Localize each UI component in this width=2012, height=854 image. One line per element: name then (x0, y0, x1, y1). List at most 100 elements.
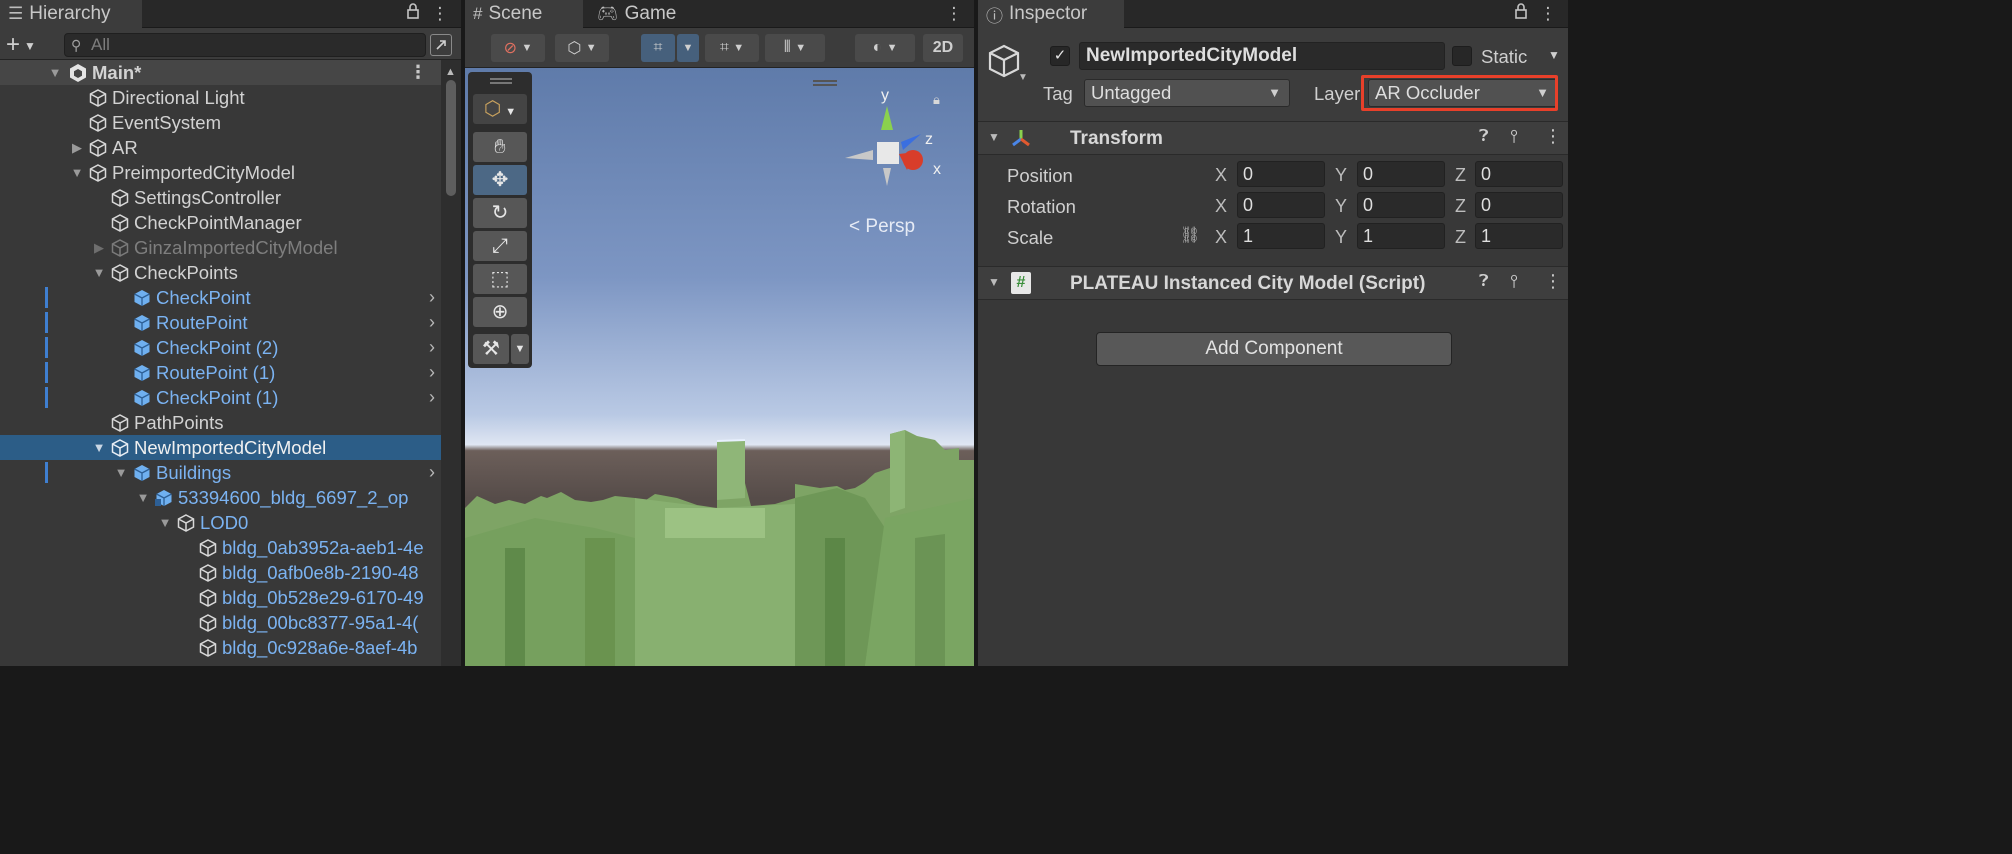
toggle-2d-button[interactable]: 2D (923, 34, 963, 62)
more-options-icon[interactable]: ⋮ (1544, 271, 1562, 292)
tree-item[interactable]: bldg_0afb0e8b-2190-48 (0, 560, 441, 585)
tree-item[interactable]: ▼ LOD0 (0, 510, 441, 535)
tree-item[interactable]: ▼ PreimportedCityModel (0, 160, 441, 185)
render-mode-button[interactable]: ⬡ ▼ (555, 34, 609, 62)
tree-item[interactable]: CheckPointManager (0, 210, 441, 235)
rotate-tool-button[interactable]: ↻ (473, 198, 527, 228)
tree-item-prefab[interactable]: RoutePoint (1) › (0, 360, 441, 385)
tree-item[interactable]: bldg_0b528e29-6170-49 (0, 585, 441, 610)
more-options-icon[interactable]: ⋮ (1537, 2, 1559, 26)
custom-tool-button[interactable]: ⚒ (473, 334, 509, 364)
perspective-toggle[interactable]: < Persp (849, 216, 915, 238)
chevron-right-icon[interactable]: › (429, 462, 435, 483)
tree-item[interactable]: PathPoints (0, 410, 441, 435)
position-y-field[interactable]: 0 (1357, 161, 1445, 187)
help-icon[interactable]: ❓︎ (1479, 128, 1489, 146)
tree-item-model[interactable]: ▼ 53394600_bldg_6697_2_op (0, 485, 441, 510)
script-component-header[interactable]: ▼ # PLATEAU Instanced City Model (Script… (978, 266, 1568, 300)
expand-arrow-icon[interactable]: ▼ (134, 490, 152, 505)
tag-dropdown[interactable]: Untagged ▼ (1084, 79, 1290, 107)
expand-arrow-icon[interactable]: ▼ (112, 465, 130, 480)
position-z-field[interactable]: 0 (1475, 161, 1563, 187)
constrain-proportions-icon[interactable]: ⛓︎ (1180, 225, 1200, 245)
tree-item-prefab[interactable]: CheckPoint › (0, 285, 441, 310)
tree-item[interactable]: ▶ AR (0, 135, 441, 160)
chevron-right-icon[interactable]: › (429, 287, 435, 308)
scene-viewport[interactable]: ⬡ ▼ ✋︎ ✥ ↻ ⤢ ⬚ ⊕ ⚒ ▼ 🔒︎ y x z < Persp (465, 68, 974, 666)
more-options-icon[interactable]: ⋮ (409, 62, 427, 83)
tree-item[interactable]: bldg_00bc8377-95a1-4( (0, 610, 441, 635)
more-options-icon[interactable]: ⋮ (429, 2, 451, 26)
scale-y-field[interactable]: 1 (1357, 223, 1445, 249)
scale-x-field[interactable]: 1 (1237, 223, 1325, 249)
scene-row-main[interactable]: ▼ Main* ⋮ (0, 60, 441, 85)
collapsed-arrow-icon[interactable]: ▶ (68, 140, 86, 156)
lock-icon[interactable] (1510, 2, 1532, 26)
help-icon[interactable]: ❓︎ (1479, 273, 1489, 291)
add-component-button[interactable]: Add Component (1096, 332, 1452, 366)
scroll-up-arrow-icon[interactable]: ▲ (445, 66, 456, 78)
tree-item[interactable]: SettingsController (0, 185, 441, 210)
tab-inspector[interactable]: ⓘ Inspector (978, 0, 1124, 28)
expand-arrow-icon[interactable]: ▼ (68, 165, 86, 180)
drag-handle[interactable] (490, 78, 512, 84)
more-options-icon[interactable]: ⋮ (1544, 126, 1562, 147)
rotation-z-field[interactable]: 0 (1475, 192, 1563, 218)
tree-item-selected[interactable]: ▼ NewImportedCityModel (0, 435, 441, 460)
presets-sliders-icon[interactable]: ⫯ (1510, 271, 1518, 292)
tree-item-prefab[interactable]: CheckPoint (2) › (0, 335, 441, 360)
gizmo-drag-handle[interactable] (813, 80, 837, 86)
rotation-x-field[interactable]: 0 (1237, 192, 1325, 218)
tab-scene[interactable]: # Scene (465, 0, 583, 28)
add-object-button[interactable]: + ▼ (6, 31, 36, 59)
move-tool-button[interactable]: ✥ (473, 165, 527, 195)
tree-item-prefab[interactable]: ▼ Buildings › (0, 460, 441, 485)
custom-tool-dropdown[interactable]: ▼ (511, 334, 529, 364)
chevron-right-icon[interactable]: › (429, 362, 435, 383)
transform-tool-button[interactable]: ⊕ (473, 297, 527, 327)
draw-mode-button[interactable]: ⊘ ▼ (491, 34, 545, 62)
presets-sliders-icon[interactable]: ⫯ (1510, 126, 1518, 147)
static-dropdown-icon[interactable]: ▼ (1548, 48, 1560, 62)
object-name-field[interactable]: NewImportedCityModel (1079, 42, 1445, 70)
static-checkbox[interactable] (1452, 46, 1472, 66)
scrollbar-thumb[interactable] (446, 80, 456, 196)
snap-settings-button[interactable]: ⌗ ▼ (705, 34, 759, 62)
tree-item[interactable]: bldg_0ab3952a-aeb1-4e (0, 535, 441, 560)
scene-search-icon[interactable] (430, 34, 452, 56)
tree-item[interactable]: bldg_0c928a6e-8aef-4b (0, 635, 441, 660)
chevron-right-icon[interactable]: › (429, 312, 435, 333)
rotation-y-field[interactable]: 0 (1357, 192, 1445, 218)
tab-game[interactable]: 🎮︎ Game (589, 0, 699, 28)
collapsed-arrow-icon[interactable]: ▶ (90, 240, 108, 256)
scale-z-field[interactable]: 1 (1475, 223, 1563, 249)
increment-snap-button[interactable]: ⦀ ▼ (765, 34, 825, 62)
rect-tool-button[interactable]: ⬚ (473, 264, 527, 294)
tree-item-prefab[interactable]: RoutePoint › (0, 310, 441, 335)
chevron-down-icon[interactable]: ▼ (1018, 72, 1028, 83)
hierarchy-search-input[interactable]: ⚲ All (64, 33, 426, 57)
cube-dropdown-button[interactable]: ⬡ ▼ (473, 94, 527, 124)
position-x-field[interactable]: 0 (1237, 161, 1325, 187)
chevron-right-icon[interactable]: › (429, 337, 435, 358)
grid-snap-toggle[interactable]: ⌗ (641, 34, 675, 62)
lock-icon[interactable] (402, 2, 424, 26)
hierarchy-scrollbar[interactable]: ▲ (441, 60, 461, 666)
tree-item[interactable]: ▼ CheckPoints (0, 260, 441, 285)
hand-tool-button[interactable]: ✋︎ (473, 132, 527, 162)
foldout-arrow-icon[interactable]: ▼ (988, 275, 1000, 289)
lighting-toggle[interactable]: ◐ ▼ (855, 34, 915, 62)
tab-hierarchy[interactable]: ☰ Hierarchy (0, 0, 142, 28)
active-checkbox[interactable]: ✓ (1050, 46, 1070, 66)
tree-item[interactable]: EventSystem (0, 110, 441, 135)
tree-item-inactive[interactable]: ▶ GinzaImportedCityModel (0, 235, 441, 260)
grid-snap-dropdown[interactable]: ▼ (677, 34, 699, 62)
scale-tool-button[interactable]: ⤢ (473, 231, 527, 261)
expand-arrow-icon[interactable]: ▼ (90, 440, 108, 455)
tree-item-prefab[interactable]: CheckPoint (1) › (0, 385, 441, 410)
expand-arrow-icon[interactable]: ▼ (156, 515, 174, 530)
foldout-arrow-icon[interactable]: ▼ (988, 130, 1000, 144)
chevron-right-icon[interactable]: › (429, 387, 435, 408)
tree-item[interactable]: Directional Light (0, 85, 441, 110)
more-options-icon[interactable]: ⋮ (943, 2, 965, 26)
